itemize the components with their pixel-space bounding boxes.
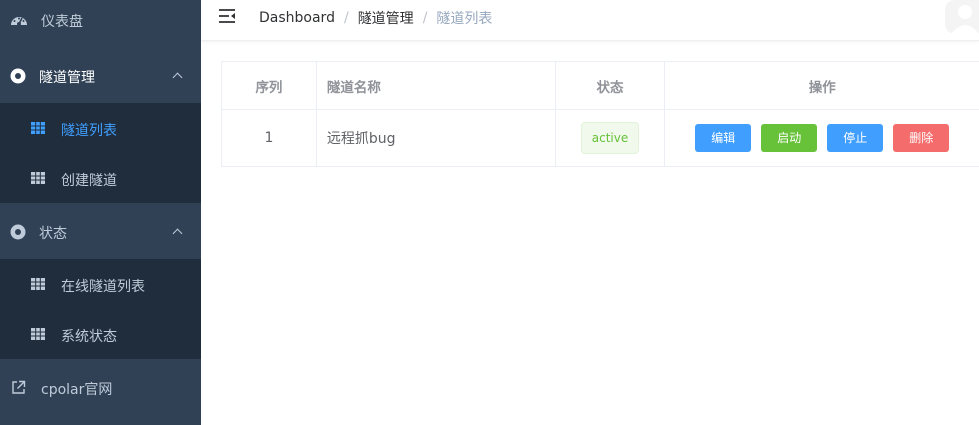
edit-button[interactable]: 编辑	[695, 124, 752, 152]
sidebar-item-label: 系统状态	[61, 329, 117, 345]
sidebar-item-label: 仪表盘	[41, 14, 83, 30]
cell-tunnel-name: 远程抓bug	[317, 110, 556, 166]
circle-dot-icon	[10, 224, 26, 240]
breadcrumb-item-current: 隧道列表	[436, 11, 493, 27]
cell-status: active	[556, 110, 666, 166]
table-row: 1 远程抓bug active 编辑 启动 停止 删除	[222, 110, 979, 167]
column-header-name: 隧道名称	[317, 62, 556, 109]
sidebar-item-label: 创建隧道	[61, 173, 117, 189]
table-icon	[31, 278, 45, 290]
menu-toggle-icon[interactable]	[218, 8, 236, 24]
table-icon	[31, 122, 45, 134]
chevron-up-icon	[172, 228, 183, 239]
sidebar-item-dashboard[interactable]: 仪表盘	[0, 0, 201, 41]
table-icon	[31, 328, 45, 340]
table-icon	[31, 172, 45, 184]
chevron-up-icon	[172, 72, 183, 83]
start-button[interactable]: 启动	[761, 124, 818, 152]
breadcrumb-item-dashboard[interactable]: Dashboard	[259, 10, 335, 26]
delete-button[interactable]: 删除	[893, 124, 950, 152]
breadcrumb-item-tunnel-management[interactable]: 隧道管理	[358, 8, 414, 28]
cell-actions: 编辑 启动 停止 删除	[665, 110, 979, 166]
dashboard-icon	[10, 12, 28, 28]
external-link-icon	[10, 379, 26, 395]
sidebar-item-create-tunnel[interactable]: 创建隧道	[0, 153, 201, 203]
sidebar-item-label: 在线隧道列表	[61, 279, 145, 295]
sidebar: 仪表盘 隧道管理 隧道列表 创建隧道 状态 在线隧道列表 系统状态 cpolar…	[0, 0, 201, 425]
avatar[interactable]	[945, 0, 979, 34]
breadcrumb: Dashboard / 隧道管理 / 隧道列表	[259, 8, 492, 28]
sidebar-item-cpolar-site[interactable]: cpolar官网	[0, 361, 201, 415]
sidebar-item-label: 隧道管理	[39, 70, 95, 86]
sidebar-item-online-tunnels[interactable]: 在线隧道列表	[0, 259, 201, 309]
status-badge: active	[580, 122, 640, 154]
cell-index: 1	[222, 110, 317, 166]
sidebar-item-label: 隧道列表	[61, 123, 117, 139]
navbar: Dashboard / 隧道管理 / 隧道列表	[201, 0, 979, 41]
app: 仪表盘 隧道管理 隧道列表 创建隧道 状态 在线隧道列表 系统状态 cpolar…	[0, 0, 979, 425]
stop-button[interactable]: 停止	[827, 124, 884, 152]
sidebar-item-tunnel-management[interactable]: 隧道管理	[0, 51, 201, 101]
breadcrumb-separator: /	[343, 10, 349, 26]
sidebar-item-tunnel-list[interactable]: 隧道列表	[0, 103, 201, 153]
table-header-row: 序列 隧道名称 状态 操作	[222, 62, 979, 110]
tunnel-table: 序列 隧道名称 状态 操作 1 远程抓bug active 编辑 启动 停止 删…	[221, 61, 979, 167]
sidebar-item-status[interactable]: 状态	[0, 207, 201, 257]
circle-dot-icon	[10, 68, 26, 84]
sidebar-item-label: 状态	[39, 226, 67, 242]
sidebar-item-label: cpolar官网	[41, 382, 113, 398]
column-header-status: 状态	[556, 62, 666, 109]
sidebar-item-system-status[interactable]: 系统状态	[0, 309, 201, 359]
column-header-index: 序列	[222, 62, 317, 109]
breadcrumb-separator: /	[422, 10, 428, 26]
column-header-actions: 操作	[808, 79, 836, 96]
